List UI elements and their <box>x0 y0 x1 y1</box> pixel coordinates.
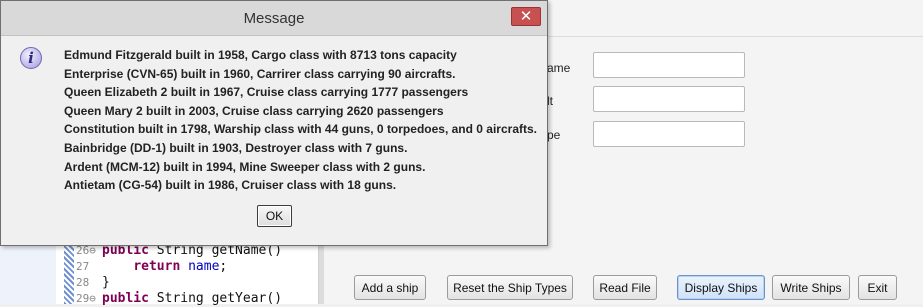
message-line: Enterprise (CVN-65) built in 1960, Carri… <box>64 66 456 81</box>
code-line: 28 } <box>0 274 323 291</box>
dialog-title: Message <box>243 10 305 27</box>
message-dialog: Message ✕ i Edmund Fitzgerald built in 1… <box>0 0 548 246</box>
code-text: } <box>102 275 110 290</box>
name-field[interactable] <box>593 52 745 78</box>
year-built-field[interactable] <box>593 86 745 112</box>
message-line: Queen Mary 2 built in 2003, Cruise class… <box>64 103 444 118</box>
message-line: Bainbridge (DD-1) built in 1903, Destroy… <box>64 140 408 155</box>
code-text: public String getYear() <box>102 291 283 306</box>
exit-button[interactable]: Exit <box>858 275 897 300</box>
information-icon: i <box>20 47 42 69</box>
ship-type-label: pe <box>547 128 561 142</box>
add-ship-button[interactable]: Add a ship <box>354 275 426 300</box>
ship-type-field[interactable] <box>593 121 745 147</box>
write-ships-button[interactable]: Write Ships <box>772 275 850 300</box>
close-icon: ✕ <box>519 8 533 25</box>
display-ships-button[interactable]: Display Ships <box>677 275 765 300</box>
name-label: ame <box>547 61 571 75</box>
close-button[interactable]: ✕ <box>511 7 541 26</box>
code-line: 27 return name; <box>0 258 323 275</box>
message-text: Edmund Fitzgerald built in 1958, Cargo c… <box>64 46 537 195</box>
line-number: 29⊖ <box>76 292 96 305</box>
message-line: Ardent (MCM-12) built in 1994, Mine Swee… <box>64 159 426 174</box>
code-line: 29⊖ public String getYear() <box>0 290 323 307</box>
line-number: 28 <box>76 276 90 289</box>
ok-button[interactable]: OK <box>257 205 292 227</box>
message-line: Queen Elizabeth 2 built in 1967, Cruise … <box>64 85 469 100</box>
message-line: Edmund Fitzgerald built in 1958, Cargo c… <box>64 48 457 62</box>
message-line: Constitution built in 1798, Warship clas… <box>64 122 537 137</box>
reset-ship-types-button[interactable]: Reset the Ship Types <box>447 275 573 300</box>
dialog-title-bar[interactable]: Message ✕ <box>1 1 547 36</box>
line-number: 27 <box>76 260 90 273</box>
code-text: return name; <box>133 259 228 274</box>
message-line: Antietam (CG-54) built in 1986, Cruiser … <box>64 178 397 193</box>
read-file-button[interactable]: Read File <box>593 275 657 300</box>
